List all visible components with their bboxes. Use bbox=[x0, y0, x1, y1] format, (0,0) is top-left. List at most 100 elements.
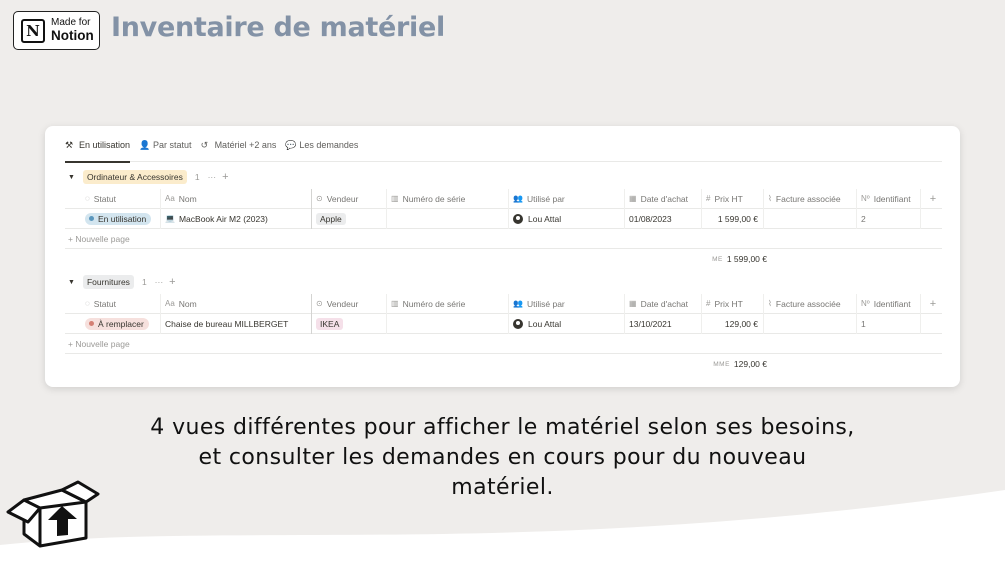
number-icon: # bbox=[706, 299, 711, 308]
group-tag: Fournitures bbox=[82, 275, 134, 289]
summary-row: MME 129,00 € bbox=[65, 354, 942, 374]
cell-facture[interactable] bbox=[764, 313, 857, 334]
table-row[interactable]: À remplacer Chaise de bureau MILLBERGET … bbox=[65, 313, 942, 334]
column-header-numero[interactable]: ▥ Numéro de série bbox=[387, 293, 509, 314]
text-icon: Aa bbox=[165, 299, 175, 308]
column-label: Numéro de série bbox=[402, 193, 466, 204]
summary-label: MME bbox=[713, 360, 730, 368]
new-page-label: + Nouvelle page bbox=[68, 233, 130, 244]
cell-statut[interactable]: À remplacer bbox=[65, 313, 161, 334]
table-header: ◌ Statut Aa Nom ⊙ Vendeur ▥ Numéro de série … bbox=[65, 293, 942, 314]
cell-identifiant[interactable]: 1 bbox=[857, 313, 921, 334]
status-icon: ◌ bbox=[85, 194, 90, 203]
item-name: MacBook Air M2 (2023) bbox=[178, 213, 268, 224]
table-header: ◌ Statut Aa Nom ⊙ Vendeur ▥ Numéro de série … bbox=[65, 188, 942, 209]
tab-les-demandes[interactable]: 💬 Les demandes bbox=[285, 140, 358, 162]
group-fournitures: ▼ Fournitures 1 ··· + ◌ Statut Aa Nom ⊙ Ven… bbox=[65, 273, 942, 374]
cell-facture[interactable] bbox=[764, 208, 857, 229]
calendar-icon: ▦ bbox=[629, 299, 637, 308]
more-options-icon[interactable]: ··· bbox=[208, 172, 217, 182]
column-header-numero[interactable]: ▥ Numéro de série bbox=[387, 188, 509, 209]
tab-label: Les demandes bbox=[299, 140, 359, 150]
tab-en-utilisation[interactable]: ⚒ En utilisation bbox=[65, 140, 131, 163]
new-page-button[interactable]: + Nouvelle page bbox=[65, 229, 942, 249]
laptop-icon: 💻 bbox=[165, 214, 175, 223]
cell-date[interactable]: 13/10/2021 bbox=[625, 313, 702, 334]
column-label: Date d'achat bbox=[640, 193, 689, 204]
group-count: 1 bbox=[141, 277, 147, 287]
column-header-identifiant[interactable]: Nº Identifiant bbox=[857, 293, 921, 314]
tab-label: En utilisation bbox=[79, 140, 131, 150]
add-column-icon[interactable]: + bbox=[921, 294, 941, 314]
add-icon[interactable]: + bbox=[169, 276, 175, 288]
cell-vendeur[interactable]: Apple bbox=[312, 208, 387, 229]
barcode-icon: ▥ bbox=[391, 194, 399, 203]
column-header-utilise[interactable]: 👥 Utilisé par bbox=[509, 188, 625, 209]
identifier: 2 bbox=[861, 213, 866, 224]
cell-numero[interactable] bbox=[387, 313, 509, 334]
cell-nom[interactable]: 💻 MacBook Air M2 (2023) bbox=[161, 208, 312, 229]
open-box-upload-icon bbox=[6, 480, 100, 548]
cell-utilise[interactable]: Lou Attal bbox=[509, 313, 625, 334]
tab-materiel-2-ans[interactable]: ↺ Matériel +2 ans bbox=[201, 140, 277, 162]
identifier: 1 bbox=[861, 318, 866, 329]
column-header-vendeur[interactable]: ⊙ Vendeur bbox=[312, 188, 387, 209]
group-ordinateur: ▼ Ordinateur & Accessoires 1 ··· + ◌ Stat… bbox=[65, 168, 942, 269]
database-card: ⚒ En utilisation 👤 Par statut ↺ Matériel… bbox=[45, 126, 960, 387]
person-check-icon: 👤 bbox=[139, 140, 151, 150]
toggle-triangle-icon[interactable]: ▼ bbox=[68, 279, 75, 286]
cell-prix[interactable]: 129,00 € bbox=[702, 313, 764, 334]
purchase-date: 13/10/2021 bbox=[629, 318, 672, 329]
status-badge: En utilisation bbox=[85, 212, 152, 225]
column-label: Facture associée bbox=[775, 193, 841, 204]
column-header-prix[interactable]: # Prix HT bbox=[702, 188, 764, 209]
cell-prix[interactable]: 1 599,00 € bbox=[702, 208, 764, 229]
cell-identifiant[interactable]: 2 bbox=[857, 208, 921, 229]
column-header-date[interactable]: ▦ Date d'achat bbox=[625, 293, 702, 314]
column-label: Identifiant bbox=[873, 298, 911, 309]
column-header-facture[interactable]: ⌇ Facture associée bbox=[764, 188, 857, 209]
new-page-button[interactable]: + Nouvelle page bbox=[65, 334, 942, 354]
column-label: Facture associée bbox=[775, 298, 841, 309]
column-header-nom[interactable]: Aa Nom bbox=[161, 188, 312, 209]
cell-statut[interactable]: En utilisation bbox=[65, 208, 161, 229]
column-label: Vendeur bbox=[326, 298, 359, 309]
notion-logo-icon: N bbox=[21, 18, 45, 43]
number-icon: # bbox=[706, 194, 711, 203]
column-header-statut[interactable]: ◌ Statut bbox=[65, 188, 161, 209]
cell-date[interactable]: 01/08/2023 bbox=[625, 208, 702, 229]
cell-numero[interactable] bbox=[387, 208, 509, 229]
cell-vendeur[interactable]: IKEA bbox=[312, 313, 387, 334]
column-label: Prix HT bbox=[714, 298, 743, 309]
add-icon[interactable]: + bbox=[222, 171, 228, 183]
column-header-facture[interactable]: ⌇ Facture associée bbox=[764, 293, 857, 314]
cell-nom[interactable]: Chaise de bureau MILLBERGET bbox=[161, 313, 312, 334]
add-column-icon[interactable]: + bbox=[921, 189, 941, 209]
column-header-nom[interactable]: Aa Nom bbox=[161, 293, 312, 314]
summary-value[interactable]: 129,00 € bbox=[734, 359, 767, 369]
group-header: ▼ Fournitures 1 ··· + bbox=[65, 273, 942, 291]
history-icon: ↺ bbox=[200, 140, 209, 150]
column-label: Utilisé par bbox=[526, 298, 565, 309]
summary-row: ME 1 599,00 € bbox=[65, 249, 942, 269]
more-options-icon[interactable]: ··· bbox=[155, 277, 164, 287]
column-label: Nom bbox=[178, 298, 197, 309]
column-header-utilise[interactable]: 👥 Utilisé par bbox=[509, 293, 625, 314]
table-row[interactable]: En utilisation 💻 MacBook Air M2 (2023) Ap… bbox=[65, 208, 942, 229]
toggle-triangle-icon[interactable]: ▼ bbox=[68, 174, 75, 181]
vendor-tag: Apple bbox=[316, 212, 346, 225]
column-header-date[interactable]: ▦ Date d'achat bbox=[625, 188, 702, 209]
column-header-statut[interactable]: ◌ Statut bbox=[65, 293, 161, 314]
cell-utilise[interactable]: Lou Attal bbox=[509, 208, 625, 229]
column-label: Utilisé par bbox=[526, 193, 565, 204]
comment-icon: 💬 bbox=[285, 140, 297, 150]
page-title: Inventaire de matériel bbox=[111, 12, 445, 43]
column-header-vendeur[interactable]: ⊙ Vendeur bbox=[312, 293, 387, 314]
summary-value[interactable]: 1 599,00 € bbox=[727, 254, 767, 264]
tab-par-statut[interactable]: 👤 Par statut bbox=[139, 140, 192, 162]
column-header-identifiant[interactable]: Nº Identifiant bbox=[857, 188, 921, 209]
price: 129,00 € bbox=[724, 318, 758, 329]
column-label: Date d'achat bbox=[640, 298, 689, 309]
column-header-prix[interactable]: # Prix HT bbox=[702, 293, 764, 314]
group-count: 1 bbox=[194, 172, 200, 182]
